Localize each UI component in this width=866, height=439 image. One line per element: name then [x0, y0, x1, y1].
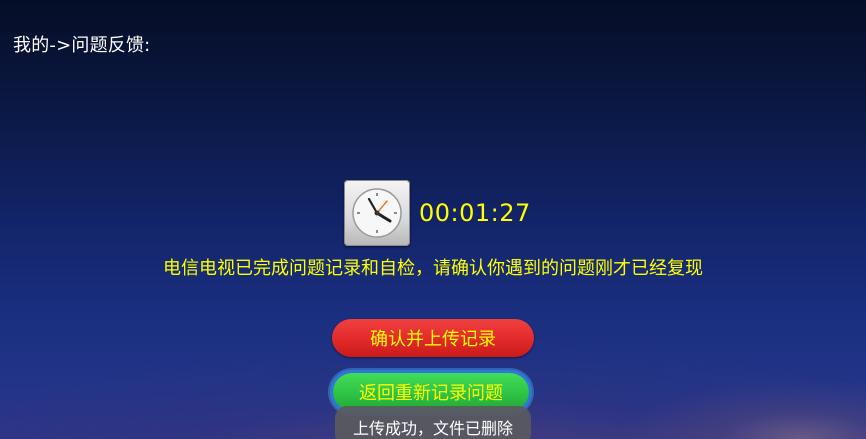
status-message: 电信电视已完成问题记录和自检，请确认你遇到的问题刚才已经复现 — [163, 258, 703, 279]
confirm-upload-label: 确认并上传记录 — [370, 329, 496, 350]
breadcrumb: 我的->问题反馈: — [13, 35, 151, 56]
elapsed-time: 00:01:27 — [419, 199, 531, 227]
toast-notification: 上传成功，文件已删除 — [335, 406, 531, 439]
toast-text: 上传成功，文件已删除 — [352, 419, 513, 438]
confirm-upload-button[interactable]: 确认并上传记录 — [332, 319, 534, 357]
rerecord-label: 返回重新记录问题 — [359, 383, 503, 404]
timer-row: 00:01:27 — [344, 180, 531, 246]
clock-icon — [344, 180, 410, 246]
